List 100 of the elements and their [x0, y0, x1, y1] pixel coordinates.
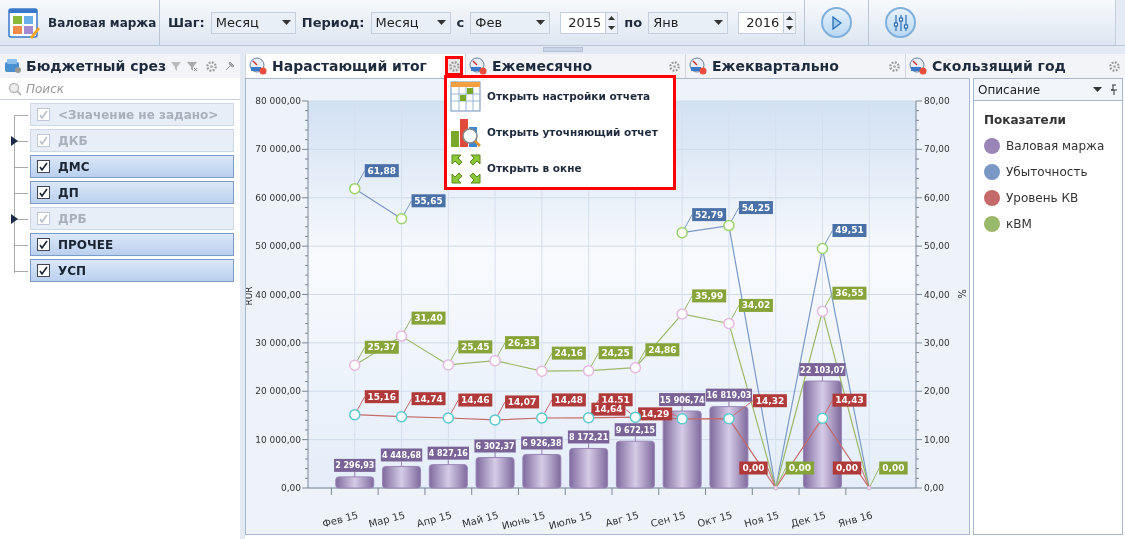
filter-clear-icon[interactable] — [186, 60, 199, 72]
year-spinner[interactable]: 2016 — [738, 11, 797, 34]
axis-tick-label: 20,00 — [924, 386, 950, 397]
checkbox[interactable] — [37, 186, 50, 199]
menu-item[interactable]: Открыть в окне — [450, 152, 670, 185]
data-label: 24,16 — [554, 348, 584, 359]
bar — [382, 466, 422, 489]
point-marker — [676, 308, 688, 320]
period-select[interactable]: Месяц — [370, 11, 451, 34]
pin-icon[interactable] — [224, 60, 237, 72]
checkbox[interactable] — [37, 160, 50, 173]
dropdown-caret-icon — [536, 20, 546, 25]
data-label: 16 819,03 — [705, 388, 752, 408]
data-label: 6 926,38 — [521, 436, 563, 455]
report-tab[interactable]: Нарастающий итог — [245, 54, 465, 78]
data-label: 55,65 — [401, 194, 446, 220]
period-select[interactable]: Фев — [470, 11, 551, 34]
axis-tick-label: 60,00 — [924, 192, 950, 203]
data-label: 0,00 — [739, 461, 777, 489]
item-label: ДП — [58, 184, 79, 202]
data-label: 0,00 — [742, 463, 765, 473]
data-label: 14,46 — [461, 395, 490, 406]
axis-tick-label: 20 000,00 — [255, 386, 301, 397]
toolbar-scrollbar[interactable] — [1115, 0, 1125, 45]
legend-label: Валовая маржа — [1006, 138, 1105, 155]
report-icon — [8, 6, 40, 39]
data-label: 14,07 — [507, 396, 537, 407]
legend-header: Описание — [978, 81, 1042, 99]
period-select[interactable]: Месяц — [210, 11, 296, 34]
data-label: 0,00 — [868, 461, 908, 489]
point-marker — [723, 317, 735, 330]
item-label: УСП — [58, 262, 87, 280]
data-label: 4 448,68 — [381, 450, 422, 460]
legend-label: Убыточность — [1006, 164, 1088, 181]
data-label: 9 672,15 — [614, 423, 657, 442]
data-label: 14,43 — [835, 395, 864, 406]
gauge-icon — [909, 57, 927, 75]
slice-item[interactable]: УСП — [30, 259, 234, 282]
data-label: 26,33 — [507, 337, 537, 348]
category-label: Авг 15 — [604, 509, 640, 529]
year-spinner[interactable]: 2015 — [560, 11, 619, 34]
axis-tick-label: 60 000,00 — [255, 192, 301, 203]
data-label: 15,16 — [367, 391, 396, 402]
data-label: 14,29 — [640, 408, 670, 419]
data-label: 14,74 — [414, 393, 443, 404]
data-label: 24,86 — [648, 344, 677, 355]
axis-tick-label: 0,00 — [280, 483, 301, 493]
data-label: 14,64 — [594, 404, 623, 415]
run-button[interactable] — [821, 7, 853, 38]
report-title: Валовая маржа — [48, 14, 157, 32]
gauge-icon — [469, 57, 487, 75]
category-label: Дек 15 — [789, 509, 827, 530]
point-marker — [629, 411, 642, 423]
point-marker — [349, 408, 361, 421]
legend-label: Уровень КВ — [1006, 190, 1079, 207]
checkbox[interactable] — [37, 264, 50, 277]
dropdown-caret-icon — [714, 20, 724, 25]
splitter-grip[interactable] — [542, 47, 583, 52]
point-marker — [816, 242, 829, 255]
bar — [615, 440, 655, 489]
item-label: ДКБ — [58, 132, 88, 150]
data-label: 2 296,93 — [334, 458, 376, 478]
point-marker — [536, 365, 548, 377]
slice-item[interactable]: ПРОЧЕЕ — [30, 233, 234, 256]
data-label: 61,88 — [367, 165, 396, 176]
data-label: 36,55 — [835, 288, 864, 299]
point-marker — [723, 219, 735, 232]
checkbox[interactable] — [37, 238, 50, 251]
data-label: 0,00 — [775, 461, 815, 489]
point-marker — [395, 213, 408, 225]
settings-icon[interactable] — [445, 56, 463, 76]
data-label: 16 819,03 — [706, 391, 752, 401]
item-label: ПРОЧЕЕ — [58, 236, 114, 254]
data-label: 6 302,37 — [475, 442, 515, 452]
point-marker — [582, 412, 595, 424]
data-label: 0,00 — [788, 463, 811, 473]
menu-item[interactable]: Открыть настройки отчета — [450, 80, 670, 113]
data-label: 15 906,74 — [659, 395, 705, 405]
filter-icon[interactable] — [170, 60, 183, 72]
slice-item[interactable]: ДП — [30, 181, 234, 204]
period-select[interactable]: Янв — [648, 11, 729, 34]
axis-tick-label: 70 000,00 — [255, 144, 301, 155]
point-marker — [349, 182, 361, 195]
legend-label: кВМ — [1006, 216, 1032, 233]
pin-icon[interactable] — [1110, 84, 1118, 95]
database-icon — [4, 58, 22, 74]
axis-tick-label: 50 000,00 — [255, 241, 301, 252]
category-label: Июнь 15 — [500, 509, 547, 532]
data-label: 25,37 — [367, 342, 396, 353]
field-label: по — [624, 13, 643, 32]
legend-title: Показатели — [984, 112, 1067, 129]
axis-title: % — [956, 289, 967, 299]
slice-item[interactable]: ДМС — [30, 155, 234, 178]
menu-item[interactable]: Открыть уточняющий отчет — [450, 116, 670, 149]
field-label: с — [456, 13, 465, 32]
axis-title: RUR — [246, 286, 254, 306]
bar — [475, 457, 515, 489]
search-field[interactable]: Поиск — [26, 79, 232, 98]
filter-settings-button[interactable] — [885, 7, 917, 38]
data-label: 14,32 — [755, 395, 785, 406]
